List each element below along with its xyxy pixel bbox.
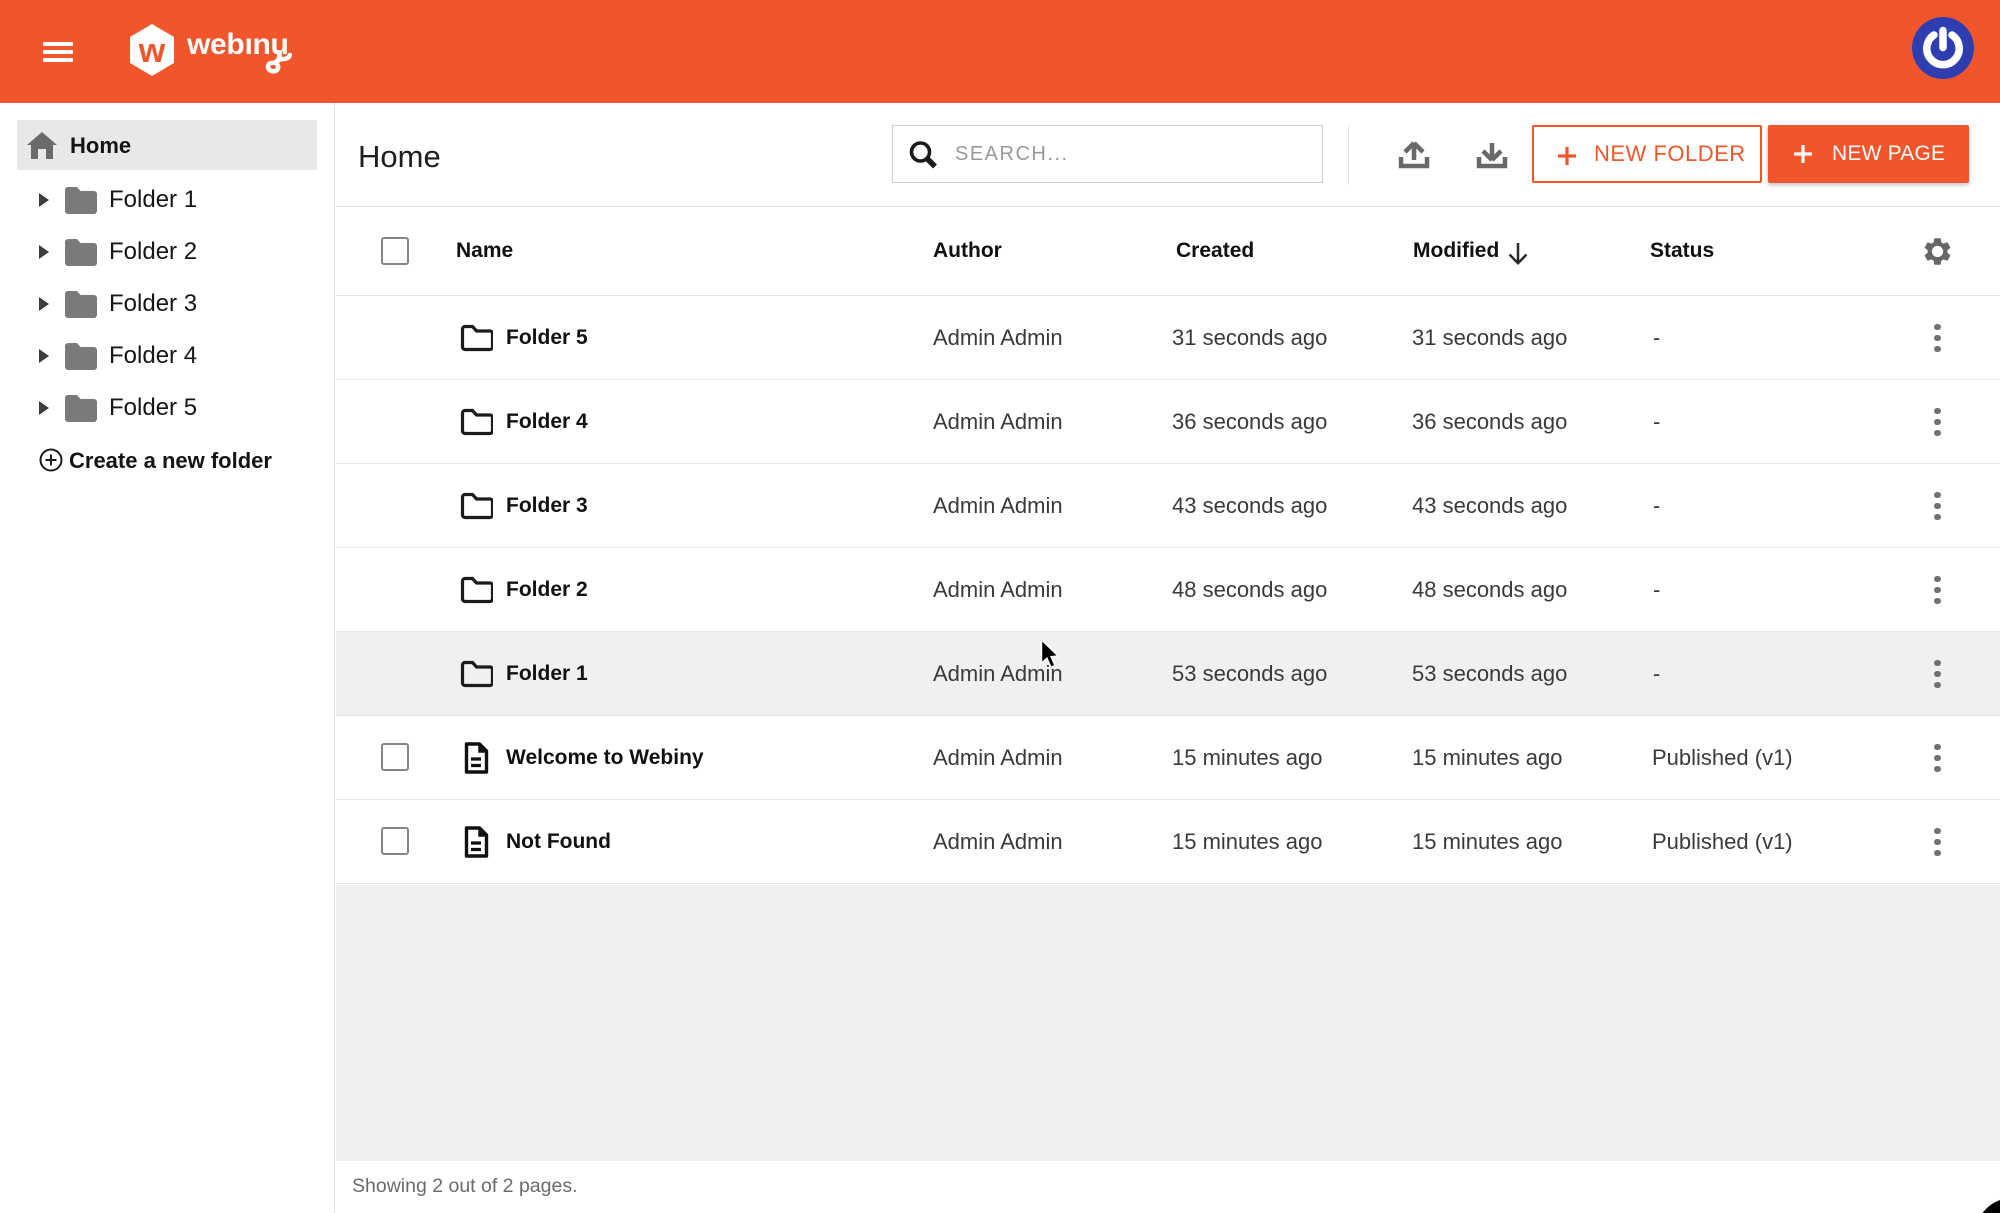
svg-text:w: w bbox=[138, 32, 166, 70]
